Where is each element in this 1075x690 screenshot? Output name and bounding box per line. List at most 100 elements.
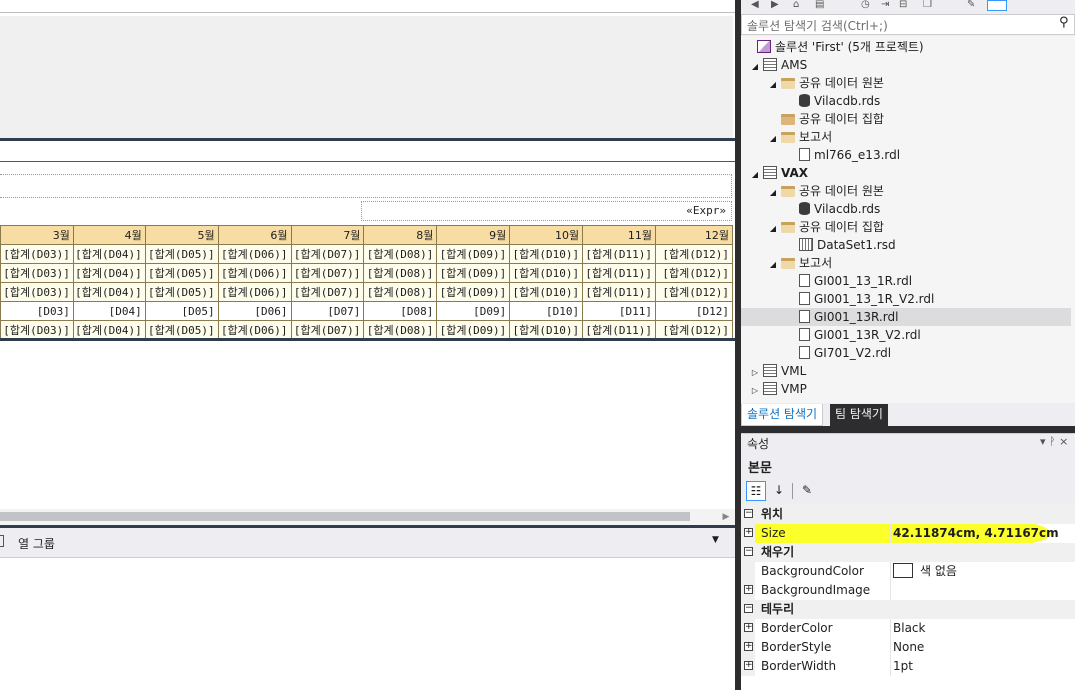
table-cell[interactable]: [합계(D04)] (72, 320, 146, 340)
tree-item[interactable]: ◢ AMS (741, 56, 1071, 74)
property-value[interactable]: Black (893, 619, 925, 638)
table-cell[interactable]: [합계(D07)] (290, 320, 365, 340)
table-cell[interactable]: [D09] (436, 301, 511, 321)
table-cell[interactable]: [합계(D09)] (436, 282, 511, 302)
tree-item[interactable]: GI001_13R_V2.rdl (741, 326, 1071, 344)
table-cell[interactable]: [합계(D10)] (509, 244, 584, 264)
expression-textbox[interactable]: «Expr» (361, 201, 732, 221)
property-value[interactable]: 1pt (893, 657, 913, 676)
table-cell[interactable]: [합계(D10)] (509, 263, 584, 283)
tree-item[interactable]: ml766_e13.rdl (741, 146, 1071, 164)
collapse-icon[interactable]: − (744, 604, 753, 613)
panel-splitter[interactable] (741, 426, 1075, 433)
table-cell[interactable]: [합계(D08)] (363, 320, 438, 340)
table-row[interactable]: [합계(D03)] [합계(D04)] [합계(D05)] [합계(D06)] [합계(… (0, 263, 733, 283)
table-cell[interactable]: [합계(D11)] (582, 320, 656, 340)
table-cell[interactable]: [합계(D07)] (290, 282, 365, 302)
table-cell[interactable]: [합계(D06)] (217, 244, 292, 264)
property-row[interactable]: + Size 42.11874cm, 4.71167cm (741, 524, 1075, 543)
table-cell[interactable]: [합계(D09)] (436, 244, 511, 264)
table-cell[interactable]: [합계(D08)] (363, 263, 438, 283)
show-all-files-icon[interactable]: ❐ (923, 0, 934, 10)
property-value[interactable]: 42.11874cm, 4.71167cm (893, 524, 1059, 543)
table-cell[interactable]: [D05] (144, 301, 219, 321)
property-value[interactable]: 색 없음 (893, 562, 957, 581)
table-cell[interactable]: [합계(D05)] (144, 263, 219, 283)
table-cell[interactable]: [합계(D04)] (72, 282, 146, 302)
tree-item[interactable]: ◢ 공유 데이터 원본 (741, 182, 1071, 200)
table-cell[interactable]: [합계(D11)] (582, 282, 656, 302)
table-cell[interactable]: [합계(D03)] (0, 320, 74, 340)
table-cell[interactable]: [합계(D07)] (290, 244, 365, 264)
expand-arrow-icon[interactable]: ▷ (749, 382, 761, 400)
table-cell[interactable]: [합계(D12)] (655, 244, 733, 264)
table-cell[interactable]: [합계(D12)] (655, 320, 733, 340)
preview-icon[interactable] (987, 0, 1007, 11)
categorized-icon[interactable]: ☷ (746, 481, 766, 501)
month-header-cell[interactable]: 7월 (290, 225, 365, 245)
table-cell[interactable]: [합계(D03)] (0, 244, 74, 264)
switch-views-icon[interactable]: ▤ (815, 0, 826, 10)
textbox-placeholder[interactable] (0, 174, 732, 198)
tablix[interactable]: 3월 4월 5월 6월 7월 8월 9월 10월 11월 12월 [합계(D03)] [합계(D04)… (0, 225, 733, 340)
chevron-down-icon[interactable]: ▼ (712, 535, 719, 545)
table-cell[interactable]: [합계(D06)] (217, 320, 292, 340)
property-category[interactable]: − 위치 (741, 505, 1075, 524)
table-cell[interactable]: [합계(D08)] (363, 244, 438, 264)
alphabetical-icon[interactable]: ↓ (769, 481, 789, 501)
table-cell[interactable]: [합계(D12)] (655, 263, 733, 283)
table-cell[interactable]: [합계(D09)] (436, 263, 511, 283)
tree-item[interactable]: ◢ 보고서 (741, 254, 1071, 272)
tree-item[interactable]: ▷ VML (741, 362, 1071, 380)
table-row[interactable]: [합계(D03)] [합계(D04)] [합계(D05)] [합계(D06)] [합계(… (0, 320, 733, 340)
table-cell[interactable]: [합계(D04)] (72, 244, 146, 264)
home-icon[interactable]: ⌂ (793, 0, 804, 10)
table-cell[interactable]: [합계(D05)] (144, 320, 219, 340)
tree-item[interactable]: GI701_V2.rdl (741, 344, 1071, 362)
table-cell[interactable]: [D03] (0, 301, 74, 321)
collapse-icon[interactable]: − (744, 509, 753, 518)
tree-item[interactable]: 공유 데이터 집합 (741, 110, 1071, 128)
tree-item[interactable]: DataSet1.rsd (741, 236, 1071, 254)
table-cell[interactable]: [D11] (582, 301, 656, 321)
expand-icon[interactable]: + (744, 528, 753, 537)
table-cell[interactable]: [D12] (655, 301, 733, 321)
month-header-cell[interactable]: 4월 (72, 225, 146, 245)
table-cell[interactable]: [합계(D03)] (0, 263, 74, 283)
property-row[interactable]: + BorderWidth 1pt (741, 657, 1075, 676)
table-cell[interactable]: [D07] (290, 301, 365, 321)
month-header-cell[interactable]: 9월 (436, 225, 511, 245)
sync-icon[interactable]: ⇥ (881, 0, 892, 10)
tree-item[interactable]: Vilacdb.rds (741, 200, 1071, 218)
property-row[interactable]: BackgroundColor 색 없음 (741, 562, 1075, 581)
tree-item[interactable]: ◢ VAX (741, 164, 1071, 182)
solution-tree[interactable]: 솔루션 'First' (5개 프로젝트) ◢ AMS ◢ 공유 데이터 원본 Vilac… (741, 36, 1075, 403)
tree-item[interactable]: ▷ VMP (741, 380, 1071, 398)
window-controls[interactable]: ▾ ᚹ × (1040, 435, 1068, 448)
property-value[interactable]: None (893, 638, 924, 657)
month-header-cell[interactable]: 10월 (509, 225, 584, 245)
tree-item[interactable]: GI001_13_1R_V2.rdl (741, 290, 1071, 308)
tree-item[interactable]: GI001_13R.rdl (741, 308, 1071, 326)
back-icon[interactable]: ◀ (751, 0, 762, 10)
month-header-cell[interactable]: 5월 (144, 225, 219, 245)
property-pages-icon[interactable]: ✎ (797, 481, 817, 501)
table-cell[interactable]: [합계(D08)] (363, 282, 438, 302)
expand-icon[interactable]: + (744, 661, 753, 670)
history-icon[interactable]: ◷ (861, 0, 872, 10)
properties-wrench-icon[interactable]: ✎ (967, 0, 978, 10)
property-row[interactable]: + BackgroundImage (741, 581, 1075, 600)
table-cell[interactable]: [D08] (363, 301, 438, 321)
tree-item[interactable]: ◢ 공유 데이터 집합 (741, 218, 1071, 236)
table-cell[interactable]: [합계(D12)] (655, 282, 733, 302)
tree-item[interactable]: 솔루션 'First' (5개 프로젝트) (741, 38, 1071, 56)
collapse-all-icon[interactable]: ⊟ (899, 0, 910, 10)
expand-icon[interactable]: + (744, 623, 753, 632)
page-header-area[interactable] (0, 16, 733, 138)
table-cell[interactable]: [합계(D03)] (0, 282, 74, 302)
month-header-cell[interactable]: 12월 (655, 225, 733, 245)
month-header-cell[interactable]: 6월 (217, 225, 292, 245)
table-header-row[interactable]: 3월 4월 5월 6월 7월 8월 9월 10월 11월 12월 (0, 225, 733, 245)
month-header-cell[interactable]: 3월 (0, 225, 74, 245)
property-category[interactable]: − 채우기 (741, 543, 1075, 562)
